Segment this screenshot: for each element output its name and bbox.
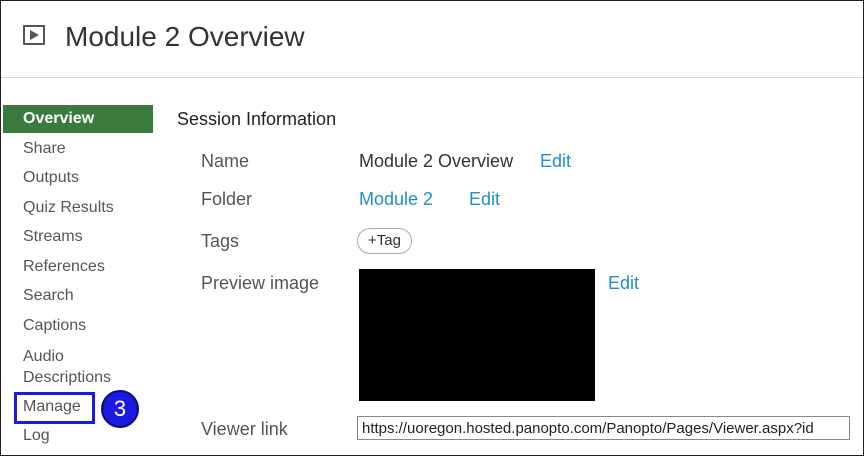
sidebar-item-audio-descriptions[interactable]: Audio Descriptions — [3, 346, 123, 390]
add-tag-button[interactable]: +Tag — [357, 228, 412, 254]
sidebar-item-overview[interactable]: Overview — [3, 105, 153, 133]
tags-label: Tags — [201, 231, 240, 251]
sidebar-item-quiz-results[interactable]: Quiz Results — [3, 194, 153, 222]
page-header: Module 2 Overview — [1, 1, 863, 78]
folder-label: Folder — [201, 189, 253, 209]
page-title: Module 2 Overview — [65, 21, 305, 52]
video-icon — [23, 25, 45, 45]
edit-folder-link[interactable]: Edit — [469, 189, 500, 210]
sidebar-item-share[interactable]: Share — [3, 135, 153, 163]
name-value: Module 2 Overview — [359, 151, 514, 171]
preview-image-label: Preview image — [201, 273, 320, 293]
sidebar-item-log[interactable]: Log — [3, 422, 153, 450]
sidebar-item-outputs[interactable]: Outputs — [3, 164, 153, 192]
folder-link[interactable]: Module 2 — [359, 189, 433, 210]
viewer-link-field[interactable] — [357, 416, 850, 440]
section-title: Session Information — [177, 109, 337, 129]
name-label: Name — [201, 151, 250, 171]
sidebar-item-streams[interactable]: Streams — [3, 223, 153, 251]
preview-image — [359, 269, 595, 401]
sidebar-item-search[interactable]: Search — [3, 282, 153, 310]
step-number-badge: 3 — [101, 390, 139, 428]
sidebar-item-captions[interactable]: Captions — [3, 312, 153, 340]
sidebar-item-references[interactable]: References — [3, 253, 153, 281]
edit-preview-link[interactable]: Edit — [608, 273, 639, 294]
manage-highlight-box — [14, 392, 95, 424]
edit-name-link[interactable]: Edit — [540, 151, 571, 172]
viewer-link-label: Viewer link — [201, 419, 288, 439]
